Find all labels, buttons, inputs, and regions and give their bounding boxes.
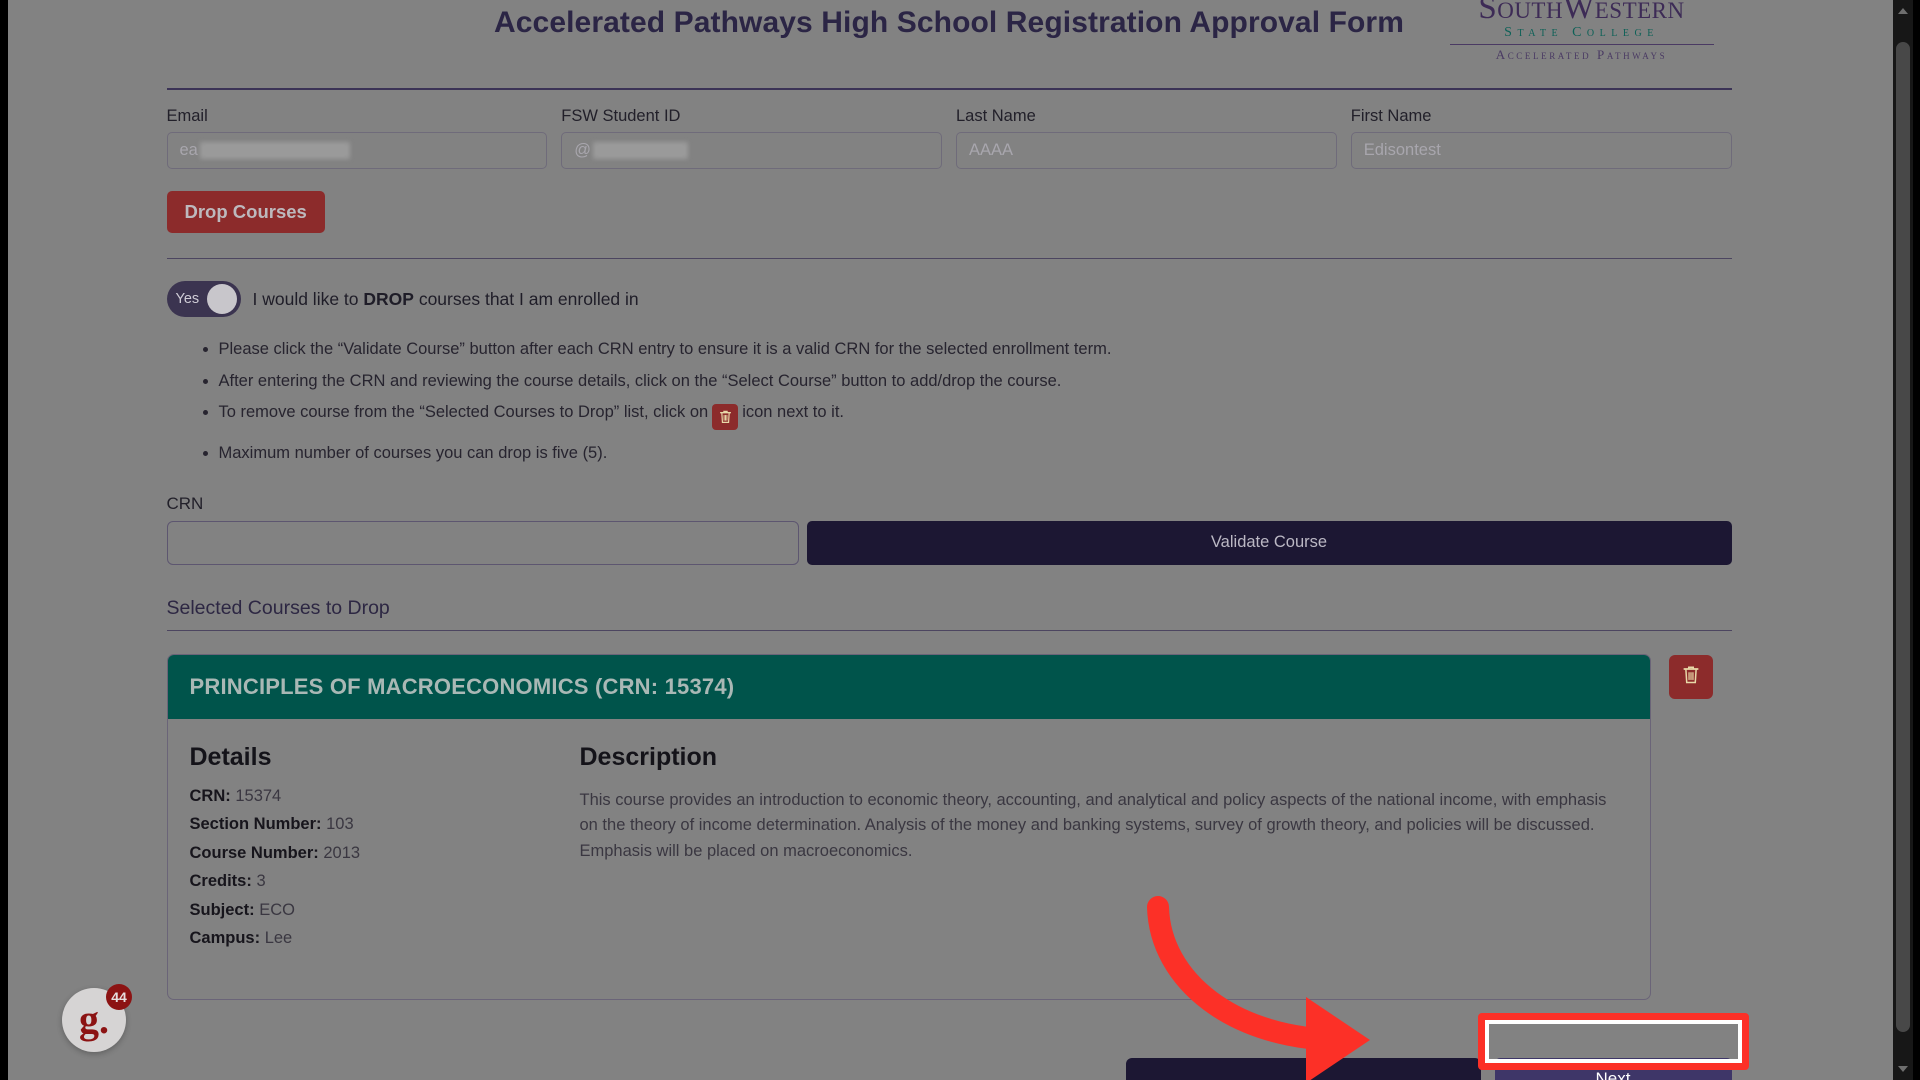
- header-divider: [167, 88, 1732, 90]
- crn-row: Validate Course: [167, 521, 1732, 565]
- toggle-text-strong: DROP: [363, 289, 414, 309]
- toggle-state-label: Yes: [176, 291, 200, 307]
- form-footer: Next: [167, 1058, 1732, 1080]
- toggle-knob: [207, 284, 237, 314]
- first-name-input[interactable]: Edisontest: [1351, 132, 1732, 169]
- instruction-item-with-trash: To remove course from the “Selected Cour…: [219, 404, 1732, 430]
- course-card-header: PRINCIPLES OF MACROECONOMICS (CRN: 15374…: [168, 655, 1650, 719]
- detail-credits: Credits: 3: [190, 873, 562, 890]
- drop-courses-button[interactable]: Drop Courses: [167, 191, 325, 233]
- detail-subject-label: Subject:: [190, 901, 255, 919]
- detail-section-number-value: 103: [326, 815, 354, 833]
- selected-course-row: PRINCIPLES OF MACROECONOMICS (CRN: 15374…: [167, 654, 1732, 1000]
- detail-campus: Campus: Lee: [190, 930, 562, 947]
- email-redaction: [200, 142, 350, 159]
- chat-widget-badge: 44: [106, 984, 132, 1010]
- trash-icon: [1682, 665, 1700, 688]
- toggle-text-before: I would like to: [253, 289, 364, 309]
- instruction-trash-before: To remove course from the “Selected Cour…: [219, 403, 709, 421]
- fsw-logo: Florida SouthWestern State College Accel…: [1440, 0, 1724, 61]
- detail-course-number-label: Course Number:: [190, 844, 319, 862]
- detail-course-number: Course Number: 2013: [190, 845, 562, 862]
- logo-line-state-college: State College: [1440, 26, 1724, 40]
- detail-course-number-value: 2013: [323, 844, 360, 862]
- detail-section-number: Section Number: 103: [190, 816, 562, 833]
- selected-courses-title: Selected Courses to Drop: [167, 597, 1732, 630]
- student-info-fields: Email ea FSW Student ID @ Last Name: [167, 107, 1732, 169]
- field-fsw-student-id-label: FSW Student ID: [561, 107, 942, 126]
- drop-toggle-label: I would like to DROP courses that I am e…: [253, 289, 639, 310]
- detail-campus-value: Lee: [265, 929, 293, 947]
- course-card-body: Details CRN: 15374 Section Number: 103 C…: [168, 719, 1650, 999]
- scroll-up-icon[interactable]: [1898, 8, 1908, 14]
- page-header: Accelerated Pathways High School Registr…: [167, 0, 1732, 88]
- field-first-name-label: First Name: [1351, 107, 1732, 126]
- detail-crn-label: CRN:: [190, 787, 231, 805]
- remove-course-button[interactable]: [1669, 655, 1713, 699]
- logo-line-accelerated-pathways: Accelerated Pathways: [1440, 48, 1724, 61]
- detail-subject: Subject: ECO: [190, 902, 562, 919]
- next-button[interactable]: Next: [1495, 1058, 1732, 1080]
- detail-credits-label: Credits:: [190, 872, 252, 890]
- course-card: PRINCIPLES OF MACROECONOMICS (CRN: 15374…: [167, 654, 1651, 1000]
- instruction-item: Please click the “Validate Course” butto…: [219, 341, 1732, 358]
- form-page: Accelerated Pathways High School Registr…: [16, 0, 1882, 1080]
- details-heading: Details: [190, 743, 562, 772]
- form-container: Accelerated Pathways High School Registr…: [167, 0, 1732, 1080]
- course-description-column: Description This course provides an intr…: [580, 743, 1628, 959]
- validate-course-button[interactable]: Validate Course: [807, 521, 1732, 565]
- fsw-student-id-value: @: [574, 141, 591, 160]
- fsw-student-id-input[interactable]: @: [561, 132, 942, 169]
- drop-courses-toggle[interactable]: Yes: [167, 281, 241, 317]
- field-last-name: Last Name AAAA: [956, 107, 1337, 169]
- scroll-down-icon[interactable]: [1898, 1066, 1908, 1072]
- description-heading: Description: [580, 743, 1628, 772]
- selected-courses-divider: [167, 630, 1732, 631]
- detail-subject-value: ECO: [259, 901, 295, 919]
- field-last-name-label: Last Name: [956, 107, 1337, 126]
- field-first-name: First Name Edisontest: [1351, 107, 1732, 169]
- drop-toggle-row: Yes I would like to DROP courses that I …: [167, 281, 1732, 317]
- instruction-item: Maximum number of courses you can drop i…: [219, 445, 1732, 462]
- logo-line-southwestern: SouthWestern: [1440, 0, 1724, 25]
- fsw-student-id-redaction: [593, 142, 688, 159]
- crn-input[interactable]: [167, 521, 799, 565]
- instruction-item: After entering the CRN and reviewing the…: [219, 373, 1732, 390]
- trash-icon: [712, 404, 738, 430]
- logo-divider: [1450, 44, 1714, 45]
- detail-crn-value: 15374: [235, 787, 281, 805]
- last-name-value: AAAA: [969, 141, 1013, 160]
- field-email: Email ea: [167, 107, 548, 169]
- section-divider: [167, 258, 1732, 259]
- toggle-text-after: courses that I am enrolled in: [414, 289, 639, 309]
- window-right-edge: [1913, 0, 1920, 1080]
- instruction-trash-after: icon next to it.: [742, 403, 844, 421]
- last-name-input[interactable]: AAAA: [956, 132, 1337, 169]
- vertical-scrollbar[interactable]: [1893, 0, 1913, 1080]
- course-details-column: Details CRN: 15374 Section Number: 103 C…: [190, 743, 562, 959]
- instructions-list: Please click the “Validate Course” butto…: [167, 341, 1732, 462]
- detail-credits-value: 3: [256, 872, 265, 890]
- detail-campus-label: Campus:: [190, 929, 261, 947]
- email-input[interactable]: ea: [167, 132, 548, 169]
- detail-crn: CRN: 15374: [190, 788, 562, 805]
- field-fsw-student-id: FSW Student ID @: [561, 107, 942, 169]
- course-description-text: This course provides an introduction to …: [580, 788, 1628, 865]
- previous-button[interactable]: [1126, 1058, 1481, 1080]
- crn-label: CRN: [167, 494, 1732, 514]
- scrollbar-thumb[interactable]: [1896, 42, 1910, 1032]
- browser-viewport: Accelerated Pathways High School Registr…: [0, 0, 1920, 1080]
- field-email-label: Email: [167, 107, 548, 126]
- first-name-value: Edisontest: [1364, 141, 1441, 160]
- email-input-value: ea: [180, 141, 198, 160]
- chat-widget[interactable]: g. 44: [62, 988, 126, 1052]
- detail-section-number-label: Section Number:: [190, 815, 322, 833]
